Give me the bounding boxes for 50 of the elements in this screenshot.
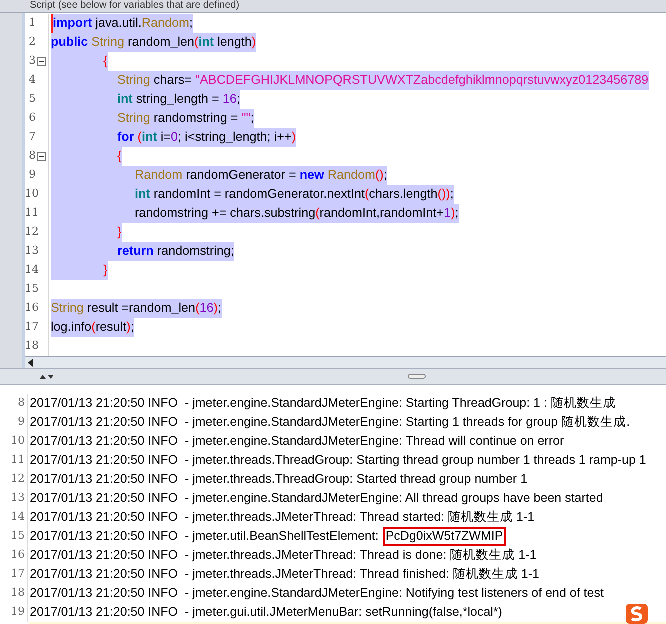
line-number: 1 [29,15,36,32]
line-number: 16 [0,546,28,565]
divider-grip[interactable] [408,374,426,379]
collapse-icon[interactable] [37,152,46,161]
line-number: 9 [0,413,28,432]
line-number: 15 [0,527,28,546]
log-line: 2017/01/13 21:20:50 INFO - jmeter.gui.util.JMeterMenuBar: setRunning(false,*local*) [30,604,502,622]
log-line: 2017/01/13 21:20:50 INFO - jmeter.threads.ThreadGroup: Starting thread group number 1 threads 1 ramp-up 1 [30,452,646,470]
line-number: 17 [25,319,39,336]
log-line: 2017/01/13 21:20:50 INFO - jmeter.engine.StandardJMeterEngine: Notifying test listeners of end of test [30,585,604,602]
line-number: 8 [29,148,36,164]
line-number: 19 [0,603,28,622]
line-number: 11 [0,451,28,470]
log-line: 2017/01/13 21:20:50 INFO - jmeter.engine.StandardJMeterEngine: Thread will continue on error [30,433,564,450]
result-value: PcDg0ixW5t7ZWMIP [382,527,506,546]
line-number: 10 [25,186,39,202]
line-number: 8 [0,394,28,413]
line-number: 2 [29,34,36,50]
line-number: 14 [0,508,28,527]
line-number: 13 [25,243,39,260]
line-number: 10 [0,432,28,451]
log-line: 2017/01/13 21:20:50 INFO - jmeter.engine.StandardJMeterEngine: Starting ThreadGroup: 1 : 随机数生成 [30,395,616,412]
line-number: 15 [25,281,39,298]
input-method-icon[interactable] [626,604,648,624]
panel-title: Script (see below for variables that are defined) [30,0,240,12]
log-line: 2017/01/13 21:20:50 INFO - jmeter.engine.StandardJMeterEngine: Starting 1 threads for group 随机数生成. [30,414,630,432]
line-number: 13 [0,489,28,508]
line-number: 12 [0,470,28,489]
log-line: 2017/01/13 21:20:50 INFO - jmeter.threads.JMeterThread: Thread finished: 随机数生成 1-1 [30,566,540,584]
line-number: 16 [25,300,39,316]
collapse-icon[interactable] [37,57,46,66]
line-number: 11 [25,205,39,222]
log-line: 2017/01/13 21:20:50 INFO - jmeter.threads.JMeterThread: Thread started: 随机数生成 1-1 [30,509,535,526]
line-number: 4 [29,72,36,88]
horizontal-scrollbar[interactable] [25,356,666,368]
line-number: 12 [25,224,39,240]
line-number: 3 [29,53,36,70]
line-number: 5 [29,91,36,108]
line-number: 7 [29,129,36,146]
line-number: 18 [0,584,28,603]
log-line: 2017/01/13 21:20:50 INFO - jmeter.threads.ThreadGroup: Started thread group number 1 [30,471,528,488]
line-number: 6 [29,110,36,126]
line-number: 17 [0,565,28,584]
log-line: 2017/01/13 21:20:50 INFO - jmeter.engine.StandardJMeterEngine: All thread groups have been started [30,490,604,508]
line-number: 9 [29,167,36,184]
line-number: 14 [25,262,39,278]
log-line: 2017/01/13 21:20:50 INFO - jmeter.util.BeanShellTestElement: [30,528,379,546]
log-line: 2017/01/13 21:20:50 INFO - jmeter.threads.JMeterThread: Thread is done: 随机数生成 1-1 [30,547,537,564]
expand-arrows-icon[interactable] [40,374,54,380]
line-number: 18 [25,338,39,354]
